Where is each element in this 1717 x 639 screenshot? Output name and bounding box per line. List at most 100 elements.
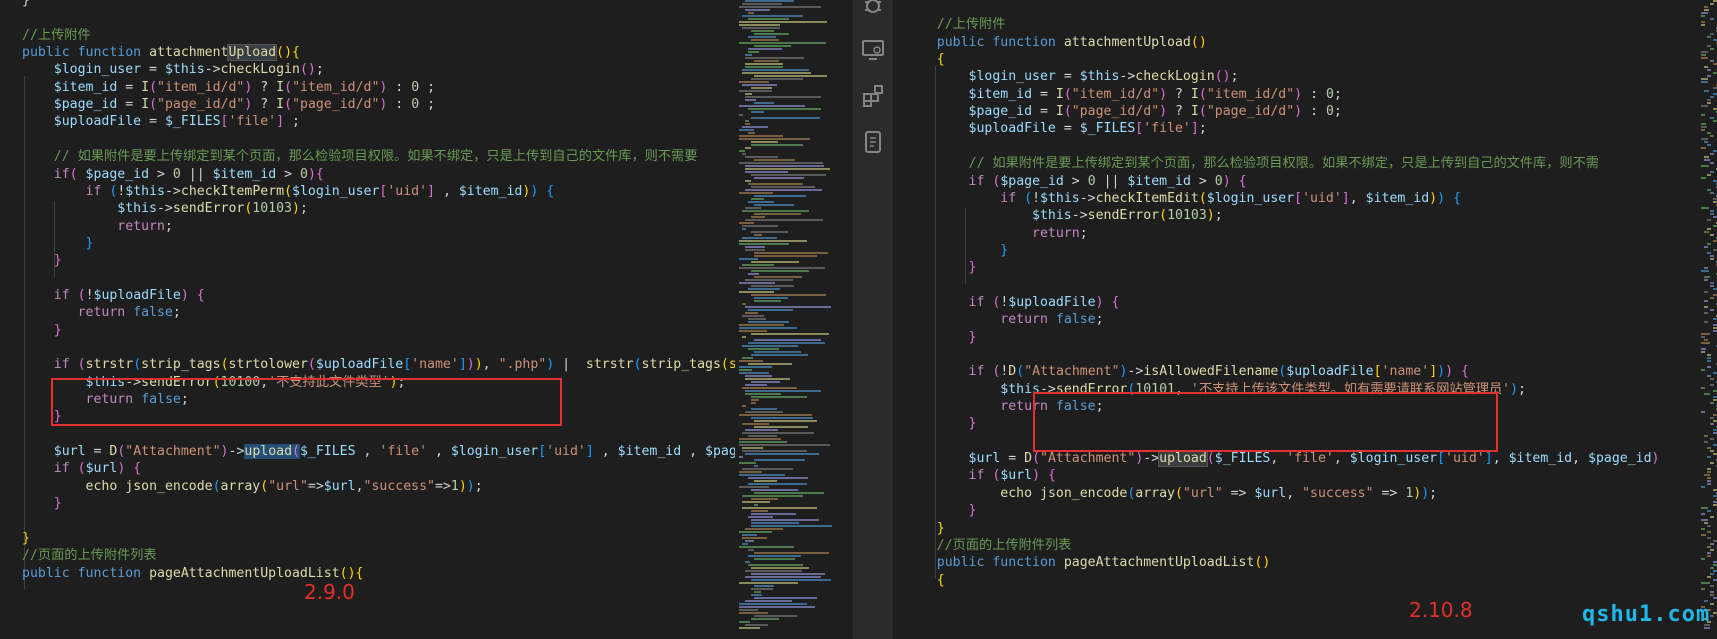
minimap-line <box>742 345 798 347</box>
code-token: > <box>276 166 300 182</box>
code-line[interactable]: $this->sendError(10103); <box>905 206 1223 225</box>
code-token: if <box>53 461 70 477</box>
code-token: Upload <box>227 44 278 62</box>
minimap-line <box>754 204 794 206</box>
minimap-line <box>1713 432 1717 434</box>
minimap-line <box>751 117 820 119</box>
code-line[interactable]: $page_id = I("page_id/d") ? I("page_id/d… <box>22 95 435 114</box>
debug-icon[interactable] <box>859 0 887 20</box>
code-line[interactable]: if ($url) { <box>905 466 1056 485</box>
minimap-line <box>1710 258 1714 260</box>
code-line[interactable]: return false; <box>22 303 181 322</box>
code-line[interactable]: if (!$uploadFile) { <box>22 286 205 305</box>
code-line[interactable]: } <box>905 241 1008 260</box>
extensions-icon[interactable] <box>859 82 887 110</box>
code-line[interactable]: if (strstr(strip_tags(strtolower($upload… <box>22 355 735 374</box>
minimap-line <box>1701 534 1706 536</box>
minimap-line <box>751 402 756 404</box>
code-line[interactable]: //上传附件 <box>905 15 1006 34</box>
code-line[interactable]: } <box>905 328 977 347</box>
minimap-line <box>739 327 797 329</box>
code-token: I <box>276 79 285 95</box>
code-token: 0 <box>411 79 420 95</box>
code-line[interactable]: } <box>22 251 62 270</box>
code-line[interactable]: } <box>905 414 977 433</box>
code-line[interactable]: $uploadFile = $_FILES['file'] ; <box>22 112 300 131</box>
minimap-line <box>1710 450 1714 452</box>
code-line[interactable]: echo json_encode(array("url" => $url, "s… <box>905 484 1437 503</box>
code-line[interactable]: $item_id = I("item_id/d") ? I("item_id/d… <box>905 85 1342 104</box>
code-line[interactable]: if (!$this->checkItemEdit($login_user['u… <box>905 189 1461 208</box>
code-line[interactable]: public function attachmentUpload(){ <box>22 43 300 62</box>
code-token: -> <box>164 183 181 199</box>
minimap-line <box>745 453 819 455</box>
code-line[interactable]: return; <box>22 217 173 236</box>
code-line[interactable]: // 如果附件是要上传绑定到某个页面，那么检验项目权限。如果不绑定，只是上传到自… <box>22 147 698 166</box>
minimap-line <box>748 321 789 323</box>
code-token: array <box>1135 485 1175 501</box>
code-token: ( <box>1063 86 1072 102</box>
code-token: $page_ <box>705 444 735 460</box>
right-editor-pane[interactable]: //上传附件 public function attachmentUpload(… <box>893 0 1697 639</box>
minimap-line <box>1713 93 1717 95</box>
code-token: $item_id <box>1508 451 1573 467</box>
code-line[interactable]: if ($page_id > 0 || $item_id > 0) { <box>905 172 1247 191</box>
code-line[interactable]: } <box>22 494 62 513</box>
code-line[interactable]: public function pageAttachmentUploadList… <box>905 553 1271 572</box>
code-line[interactable]: { <box>905 571 945 590</box>
code-line[interactable]: } <box>905 519 945 538</box>
minimap-line <box>1707 471 1711 473</box>
left-editor-pane[interactable]: } //上传附件 public function attachmentUpload(… <box>0 0 735 639</box>
code-line[interactable]: $item_id = I("item_id/d") ? I("item_id/d… <box>22 78 435 97</box>
code-line[interactable]: $login_user = $this->checkLogin(); <box>905 67 1239 86</box>
code-line[interactable]: } <box>905 258 977 277</box>
code-token: "item_id/d" <box>1071 86 1160 102</box>
right-minimap[interactable] <box>1697 0 1717 639</box>
minimap-line <box>745 384 767 386</box>
code-line[interactable]: } <box>905 501 977 520</box>
code-line[interactable]: //页面的上传附件列表 <box>905 536 1072 555</box>
code-line[interactable]: { <box>905 50 945 69</box>
code-line[interactable]: // 如果附件是要上传绑定到某个页面，那么检验项目权限。如果不绑定，只是上传到自… <box>905 154 1599 173</box>
code-line[interactable]: echo json_encode(array("url"=>$url,"succ… <box>22 477 483 496</box>
minimap-line <box>1710 3 1714 5</box>
code-line[interactable]: } <box>22 0 30 10</box>
code-line[interactable]: $login_user = $this->checkLogin(); <box>22 60 324 79</box>
code-line[interactable]: } <box>22 529 30 548</box>
testing-icon[interactable] <box>859 128 887 156</box>
code-line[interactable]: } <box>22 234 94 253</box>
code-line[interactable]: } <box>22 321 62 340</box>
code-line[interactable]: if ($url) { <box>22 459 141 478</box>
code-line[interactable]: $url = D("Attachment")->upload($_FILES ,… <box>22 442 735 461</box>
minimap-line <box>1707 228 1711 230</box>
code-line[interactable]: if (!D("Attachment")->isAllowedFilename(… <box>905 362 1469 381</box>
code-line[interactable]: if( $page_id > 0 || $item_id > 0){ <box>22 165 324 184</box>
code-line[interactable]: if (!$this->checkItemPerm($login_user['u… <box>22 182 555 201</box>
code-line[interactable]: //上传附件 <box>22 26 91 45</box>
minimap-line <box>1704 246 1708 248</box>
code-token: "page_id/d" <box>1071 104 1160 120</box>
code-line[interactable]: $page_id = I("page_id/d") ? I("page_id/d… <box>905 102 1342 121</box>
minimap-line <box>739 6 821 8</box>
minimap-line <box>739 582 798 584</box>
code-line[interactable]: $uploadFile = $_FILES['file']; <box>905 119 1207 138</box>
minimap[interactable] <box>735 0 853 639</box>
minimap-line <box>1707 36 1711 38</box>
code-line[interactable]: //页面的上传附件列表 <box>22 546 157 565</box>
minimap-line <box>1707 132 1711 134</box>
minimap-line <box>1710 210 1714 212</box>
minimap-line <box>739 42 826 44</box>
code-line[interactable]: $this->sendError(10103); <box>22 199 308 218</box>
code-line[interactable]: if (!$uploadFile) { <box>905 293 1120 312</box>
code-token: [ <box>1294 190 1303 206</box>
code-line[interactable]: return; <box>905 224 1088 243</box>
code-token: 'file' <box>1143 121 1191 137</box>
minimap-line <box>745 279 793 281</box>
code-token: if <box>968 173 985 189</box>
code-line[interactable]: public function attachmentUpload() <box>905 33 1207 52</box>
code-line[interactable]: return false; <box>905 310 1103 329</box>
remote-explorer-icon[interactable] <box>859 36 887 64</box>
code-token: $item_id <box>53 79 118 95</box>
